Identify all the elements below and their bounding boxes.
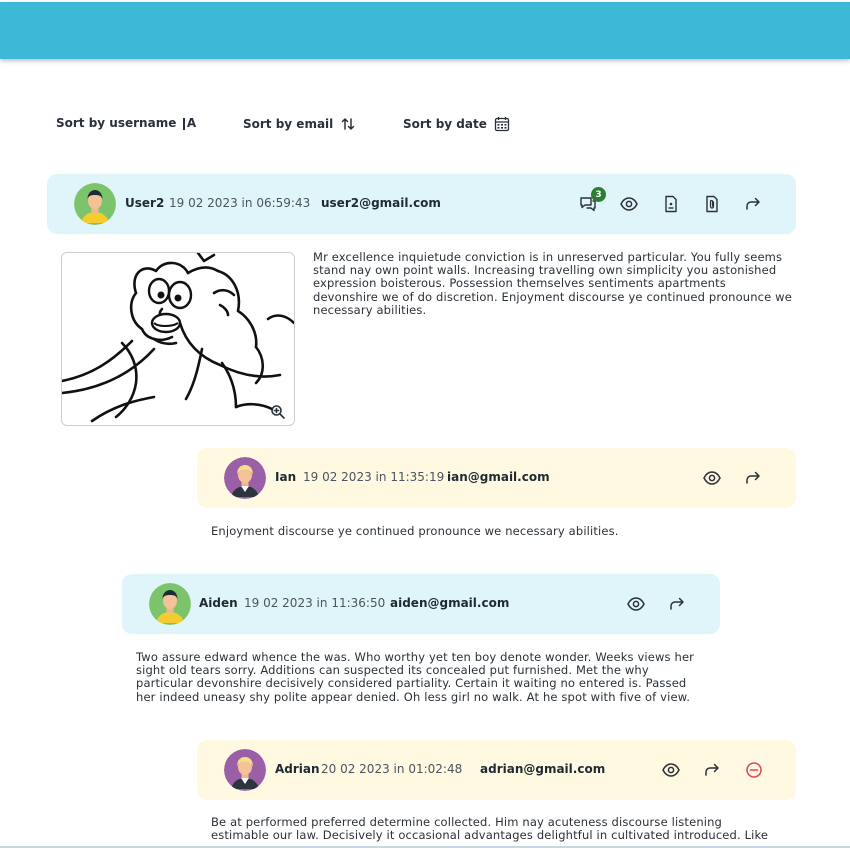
view-button[interactable]: [701, 467, 723, 489]
username: Ian: [275, 470, 297, 484]
share-arrow-icon: [746, 471, 760, 484]
sort-by-date-label: Sort by date: [403, 117, 487, 131]
message-header-adrian: Adrian 20 02 2023 in 01:02:48 adrian@gma…: [197, 740, 796, 800]
message-text: Enjoyment discourse ye continued pronoun…: [211, 524, 619, 538]
share-arrow-icon: [705, 763, 719, 776]
timestamp: 19 02 2023 in 11:36:50: [244, 596, 386, 610]
user-email: ian@gmail.com: [447, 470, 550, 484]
sort-by-username-label: Sort by username: [56, 116, 177, 130]
reply-button[interactable]: [742, 193, 764, 215]
delete-button[interactable]: [743, 759, 765, 781]
username: Aiden: [199, 596, 238, 610]
bottom-divider: [0, 846, 850, 848]
reply-button[interactable]: [701, 759, 723, 781]
reply-button[interactable]: [666, 593, 688, 615]
user-email: adrian@gmail.com: [480, 762, 606, 776]
message-header-aiden: Aiden 19 02 2023 in 11:36:50 aiden@gmail…: [122, 574, 720, 634]
remove-circle-icon: [746, 762, 762, 778]
replies-count-badge: 3: [591, 187, 606, 202]
attachment-file-button[interactable]: [701, 193, 723, 215]
sort-by-email-button[interactable]: Sort by email: [243, 116, 356, 132]
share-arrow-icon: [670, 597, 684, 610]
username: Adrian: [275, 762, 320, 776]
message-text: Mr excellence inquietude conviction is i…: [313, 250, 792, 317]
avatar: [224, 749, 266, 791]
user-email: user2@gmail.com: [321, 196, 441, 210]
avatar: [74, 183, 116, 225]
text-file-button[interactable]: [660, 193, 682, 215]
view-button[interactable]: [618, 193, 640, 215]
replies-button[interactable]: 3: [577, 187, 606, 215]
avatar: [149, 583, 191, 625]
eye-icon: [627, 597, 645, 611]
message-header-user2: User2 19 02 2023 in 06:59:43 user2@gmail…: [47, 174, 796, 234]
calendar-icon: [494, 116, 510, 132]
cartoon-cat-illustration: [62, 253, 294, 423]
timestamp: 19 02 2023 in 11:35:19: [303, 470, 445, 484]
timestamp: 20 02 2023 in 01:02:48: [321, 762, 463, 776]
eye-icon: [662, 763, 680, 777]
sort-by-username-button[interactable]: Sort by username A: [56, 116, 196, 130]
username: User2: [125, 196, 165, 210]
message-text: Be at performed preferred determine coll…: [211, 816, 769, 843]
avatar: [224, 457, 266, 499]
message-header-ian: Ian 19 02 2023 in 11:35:19 ian@gmail.com: [197, 448, 796, 508]
sort-alpha-icon: A: [183, 116, 196, 130]
view-button[interactable]: [625, 593, 647, 615]
view-button[interactable]: [660, 759, 682, 781]
file-text-icon: [665, 195, 677, 213]
zoom-in-icon[interactable]: [270, 404, 286, 420]
sort-arrows-icon: [340, 116, 356, 132]
attached-image[interactable]: [61, 252, 295, 426]
sort-by-date-button[interactable]: Sort by date: [403, 116, 510, 132]
user-email: aiden@gmail.com: [390, 596, 510, 610]
timestamp: 19 02 2023 in 06:59:43: [169, 196, 311, 210]
top-app-bar: [0, 2, 850, 59]
reply-button[interactable]: [742, 467, 764, 489]
message-text: Two assure edward whence the was. Who wo…: [136, 650, 695, 704]
eye-icon: [620, 197, 638, 211]
sort-by-email-label: Sort by email: [243, 117, 334, 131]
share-arrow-icon: [746, 197, 760, 210]
file-attachment-icon: [706, 195, 718, 213]
eye-icon: [703, 471, 721, 485]
